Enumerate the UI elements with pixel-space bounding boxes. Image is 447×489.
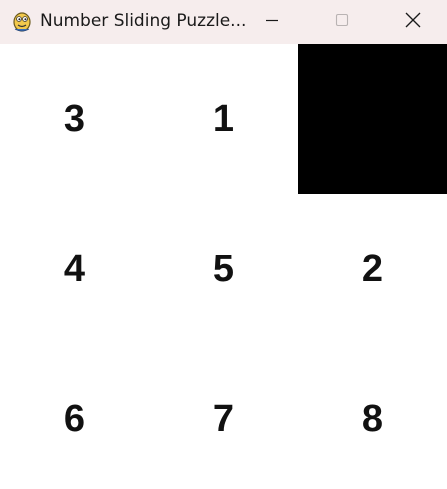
maximize-button[interactable]	[308, 0, 376, 44]
empty-slot	[298, 44, 447, 194]
window-title: Number Sliding Puzzle...	[40, 11, 247, 31]
tile-r2-c3[interactable]: 2	[298, 194, 447, 344]
tile-r2-c2[interactable]: 5	[149, 194, 298, 344]
maximize-icon	[334, 12, 350, 33]
close-icon	[404, 11, 422, 34]
tile-r3-c2[interactable]: 7	[149, 344, 298, 489]
tile-r2-c1[interactable]: 4	[0, 194, 149, 344]
tile-r1-c1[interactable]: 3	[0, 44, 149, 194]
tile-r1-c2[interactable]: 1	[149, 44, 298, 194]
minimize-button[interactable]	[238, 0, 306, 44]
close-button[interactable]	[379, 0, 447, 44]
puzzle-board: 3 1 4 5 2 6 7 8	[0, 44, 447, 489]
pygame-snake-icon	[10, 9, 34, 33]
tile-r3-c3[interactable]: 8	[298, 344, 447, 489]
title-bar[interactable]: Number Sliding Puzzle...	[0, 0, 447, 44]
app-window: Number Sliding Puzzle... 3 1 4 5 2 6 7 8	[0, 0, 447, 489]
minimize-icon	[264, 12, 280, 33]
tile-r3-c1[interactable]: 6	[0, 344, 149, 489]
